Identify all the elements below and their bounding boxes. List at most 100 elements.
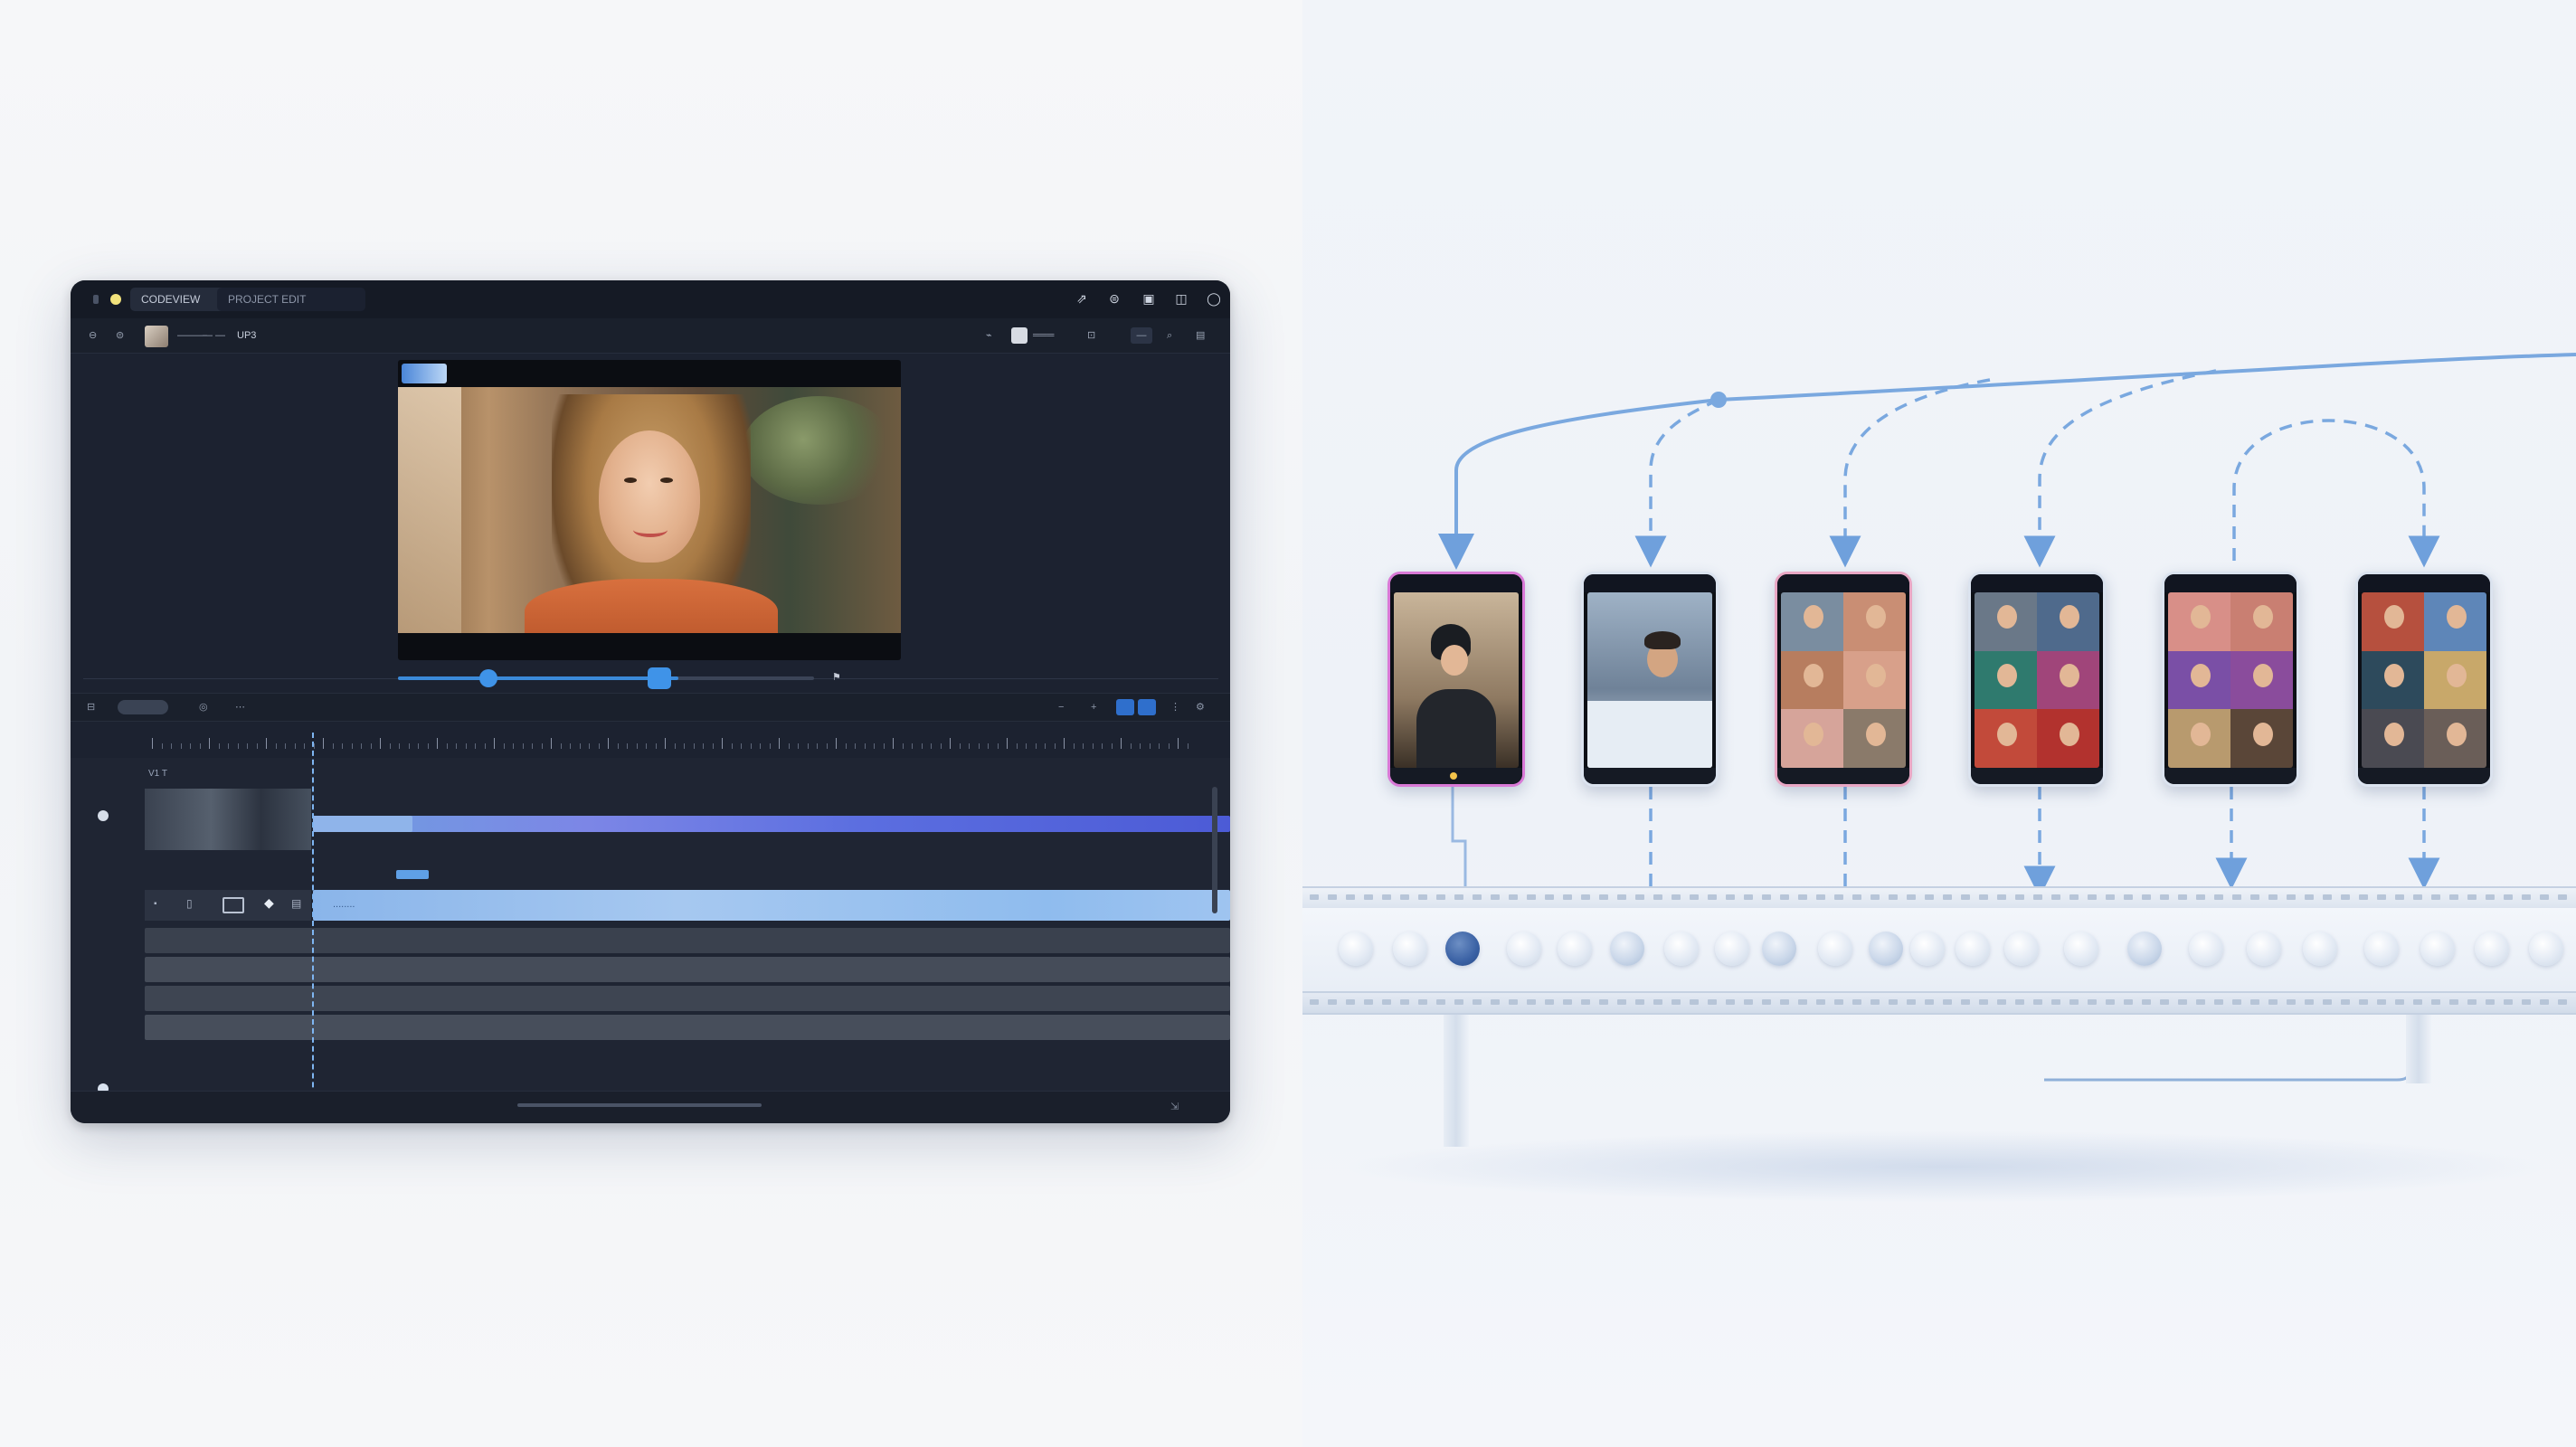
ruler-tick	[579, 743, 581, 749]
conveyor-rivet	[1726, 999, 1735, 1005]
cut-icon[interactable]: ⊟	[87, 701, 95, 714]
video-clip[interactable]	[313, 816, 1230, 832]
conveyor-roller	[1558, 932, 1592, 966]
vertical-scrollbar[interactable]	[1212, 787, 1217, 913]
scrubber-keyframe-handle[interactable]	[648, 667, 671, 689]
conveyor-rivet	[2467, 894, 2477, 900]
scrubber-handle[interactable]	[479, 669, 497, 687]
settings-small-icon[interactable]: ⚙	[1196, 701, 1205, 714]
conveyor-rivet	[2305, 999, 2314, 1005]
ruler-tick	[845, 743, 847, 749]
record-icon[interactable]: ◎	[199, 701, 208, 714]
grid-cell	[1975, 709, 2037, 768]
person-face	[2252, 663, 2273, 687]
conveyor-rivet	[2214, 894, 2223, 900]
mode-button[interactable]: —	[1131, 327, 1152, 344]
person-face	[2190, 605, 2211, 629]
undo-icon[interactable]: ⊖	[89, 327, 97, 344]
conveyor-rivet	[1635, 894, 1644, 900]
ruler-tick	[969, 743, 970, 749]
ruler-tick	[674, 743, 676, 749]
ruler-tick	[332, 743, 334, 749]
ruler-tick	[209, 738, 210, 749]
fx-icon[interactable]: ▤	[291, 897, 301, 910]
keyframe-icon[interactable]: ◆	[264, 895, 274, 911]
conveyor-rivet	[2540, 894, 2549, 900]
horizontal-scrollbar[interactable]	[517, 1103, 762, 1107]
conveyor-rivet	[1870, 999, 1880, 1005]
user-icon[interactable]: ◯	[1207, 291, 1221, 306]
conveyor-rivet	[1454, 894, 1463, 900]
conveyor-rivet	[2558, 999, 2567, 1005]
more-icon[interactable]: ⋮	[1170, 701, 1180, 714]
empty-track-2[interactable]	[145, 957, 1230, 982]
playhead[interactable]	[312, 733, 314, 1123]
conveyor-rivet	[2467, 999, 2477, 1005]
caption-icon[interactable]	[223, 897, 244, 913]
toolbar-label-b: — —	[203, 330, 226, 341]
conveyor-rivet	[1961, 999, 1970, 1005]
select-tool-button[interactable]	[1116, 699, 1134, 715]
person-face	[1865, 605, 1886, 629]
video-clip-segment[interactable]	[313, 816, 412, 832]
preview-eye-right	[660, 478, 673, 483]
marker-flag-icon[interactable]: ⚑	[832, 669, 841, 686]
redo-icon[interactable]: ⊜	[116, 327, 124, 344]
conveyor-rivet	[1961, 894, 1970, 900]
phone-nav-bar	[1584, 768, 1716, 784]
resize-icon[interactable]: ⇲	[1170, 1101, 1179, 1112]
empty-track-4[interactable]	[145, 1015, 1230, 1040]
track-lock-icon[interactable]	[98, 810, 109, 821]
conveyor-rivet	[1997, 999, 2006, 1005]
timeline-ruler[interactable]	[71, 733, 1230, 758]
project-thumbnail[interactable]	[145, 326, 168, 347]
conveyor-rivet	[1599, 999, 1608, 1005]
link-icon[interactable]: ⌁	[986, 327, 992, 344]
conveyor-roller	[1610, 932, 1644, 966]
text-clip[interactable]: ........	[313, 890, 1230, 921]
settings-icon[interactable]: ◫	[1174, 291, 1189, 306]
snap-icon[interactable]: ⋯	[235, 701, 245, 714]
layout-icon[interactable]: ▣	[1141, 291, 1156, 306]
zoom-out-icon[interactable]: −	[1058, 701, 1064, 714]
tab-project-edit[interactable]: PROJECT EDIT	[217, 288, 365, 311]
empty-track-1[interactable]	[145, 928, 1230, 953]
conveyor-rivet	[1581, 999, 1590, 1005]
mute-icon[interactable]: ▪	[154, 899, 157, 909]
cloud-icon[interactable]: ⊜	[1107, 291, 1122, 306]
speaker-icon[interactable]: ▯	[186, 897, 193, 910]
conveyor-rivet	[2250, 894, 2259, 900]
conveyor-rivet	[1907, 894, 1916, 900]
video-track-thumbnail[interactable]	[145, 789, 311, 850]
zoom-label[interactable]: ═══	[1033, 327, 1054, 344]
zoom-icon[interactable]: ⌕	[1167, 327, 1172, 344]
ruler-tick	[1035, 743, 1037, 749]
phone-card-5[interactable]	[2162, 572, 2299, 787]
conveyor-roller	[1910, 932, 1945, 966]
empty-track-3[interactable]	[145, 986, 1230, 1011]
phone-screen-6	[2362, 592, 2486, 768]
phone-card-3[interactable]	[1775, 572, 1912, 787]
marker-clip[interactable]	[396, 870, 429, 879]
editor-footer: ⇲	[71, 1091, 1230, 1123]
ruler-tick	[636, 743, 638, 749]
color-swatch[interactable]	[1011, 327, 1028, 344]
phone-status-bar	[1584, 574, 1716, 592]
grid-cell	[1975, 650, 2037, 710]
track-mode-toggle[interactable]	[118, 700, 168, 714]
export-icon[interactable]: ⇗	[1075, 291, 1089, 306]
conveyor-rivet	[1798, 894, 1807, 900]
menu-icon[interactable]	[93, 295, 99, 304]
panel-icon[interactable]: ▤	[1196, 327, 1205, 344]
conveyor-rivet	[2522, 894, 2531, 900]
phone-card-6[interactable]	[2355, 572, 2493, 787]
ruler-tick	[304, 743, 305, 749]
conveyor-rivet	[2051, 999, 2060, 1005]
zoom-in-icon[interactable]: +	[1091, 701, 1096, 714]
phone-card-4[interactable]	[1968, 572, 2106, 787]
phone-card-2[interactable]	[1581, 572, 1719, 787]
video-preview[interactable]	[398, 360, 901, 660]
aspect-icon[interactable]: ⊡	[1087, 327, 1095, 344]
phone-card-1[interactable]	[1387, 572, 1525, 787]
blade-tool-button[interactable]	[1138, 699, 1156, 715]
